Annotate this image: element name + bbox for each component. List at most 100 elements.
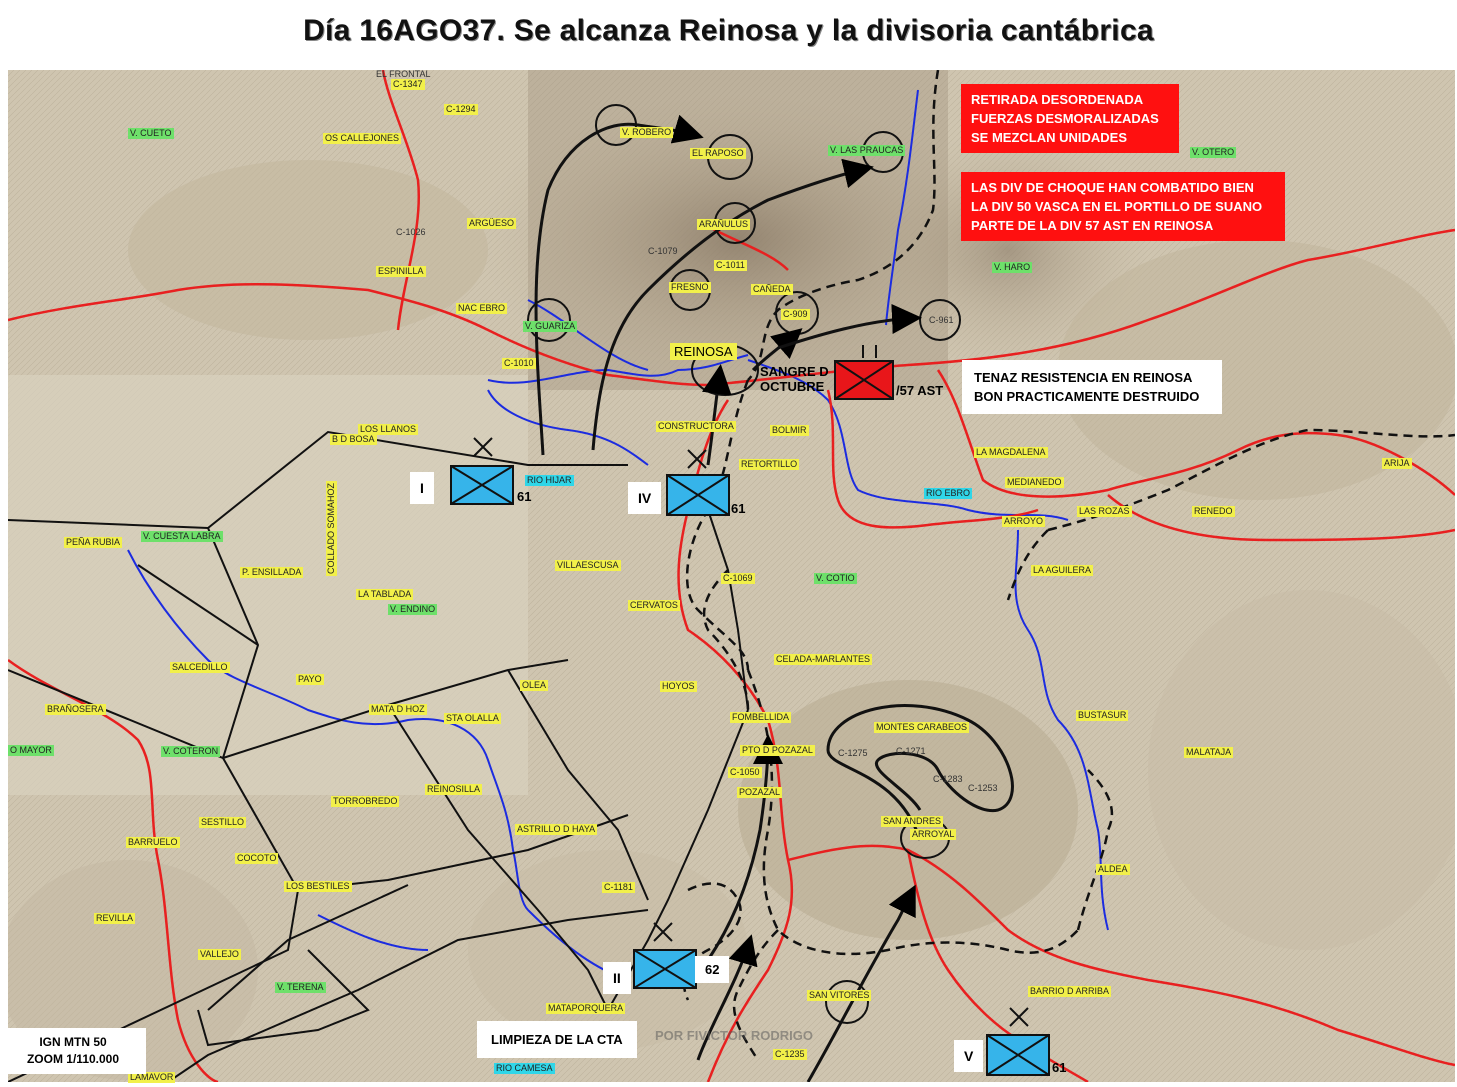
place-label: ARIJA xyxy=(1382,458,1412,469)
place-label: C-961 xyxy=(929,315,954,325)
unit-II-label: II xyxy=(603,962,631,994)
place-label: ARROYAL xyxy=(910,829,957,840)
place-label: MEDIANEDO xyxy=(1005,477,1064,488)
unit-V-number: 61 xyxy=(1052,1060,1067,1075)
place-label: ALDEA xyxy=(1096,864,1130,875)
place-label: P. ENSILLADA xyxy=(240,567,304,578)
place-label: SAN ANDRES xyxy=(881,816,944,827)
place-label: V. COTERON xyxy=(161,746,221,757)
choque-line: PARTE DE LA DIV 57 AST EN REINOSA xyxy=(971,218,1214,233)
place-label: BRAÑOSERA xyxy=(45,704,106,715)
place-label: ASTRILLO D HAYA xyxy=(515,824,598,835)
choque-box: LAS DIV DE CHOQUE HAN COMBATIDO BIEN LA … xyxy=(961,172,1285,241)
unit-I-number: 61 xyxy=(517,489,532,504)
place-label: C-1347 xyxy=(391,79,425,90)
retirada-line: SE MEZCLAN UNIDADES xyxy=(971,130,1128,145)
place-label: VILLAESCUSA xyxy=(555,560,621,571)
reinosa-label: REINOSA xyxy=(670,343,737,360)
retirada-line: RETIRADA DESORDENADA xyxy=(971,92,1144,107)
resistencia-line: BON PRACTICAMENTE DESTRUIDO xyxy=(974,389,1200,404)
place-label: C-1026 xyxy=(396,227,426,237)
place-label: MATAPORQUERA xyxy=(546,1003,626,1014)
place-label: OLEA xyxy=(520,680,549,691)
place-label: FOMBELLIDA xyxy=(730,712,792,723)
place-label: ARGÜESO xyxy=(467,218,517,229)
place-label: RIO CAMESA xyxy=(494,1063,555,1074)
unit-II-number: 62 xyxy=(695,956,730,983)
place-label: LOS BESTILES xyxy=(284,881,352,892)
place-label: V. ROBERO xyxy=(620,127,674,138)
place-label: V. ENDINO xyxy=(388,604,438,615)
unit-V-symbol[interactable] xyxy=(986,1034,1050,1076)
place-label: CAÑEDA xyxy=(751,284,793,295)
enemy-unit-symbol[interactable] xyxy=(834,360,894,400)
scale-zoom: ZOOM 1/110.000 xyxy=(26,1052,120,1066)
scale-box: IGN MTN 50 ZOOM 1/110.000 xyxy=(0,1028,146,1074)
place-label: RIO EBRO xyxy=(924,488,973,499)
place-label: LA TABLADA xyxy=(356,589,414,600)
watermark: POR FIVICTOR RODRIGO xyxy=(655,1028,813,1043)
place-label: ARAÑULUS xyxy=(697,219,751,230)
place-label: LA MAGDALENA xyxy=(974,447,1048,458)
unit-IV-number: 61 xyxy=(731,501,746,516)
place-label: C-1271 xyxy=(896,746,926,756)
choque-line: LA DIV 50 VASCA EN EL PORTILLO DE SUANO xyxy=(971,199,1263,214)
retirada-box: RETIRADA DESORDENADA FUERZAS DESMORALIZA… xyxy=(961,84,1179,153)
place-label: C-1011 xyxy=(714,260,747,271)
place-label: O MAYOR xyxy=(8,745,54,756)
place-label: BARRIO D ARRIBA xyxy=(1028,986,1112,997)
unit-I-symbol[interactable] xyxy=(450,465,514,505)
place-label: V. GUARIZA xyxy=(523,321,578,332)
map-title: Día 16AGO37. Se alcanza Reinosa y la div… xyxy=(303,14,1154,47)
place-label: MONTES CARABEOS xyxy=(874,722,970,733)
place-label: PEÑA RUBIA xyxy=(64,537,123,548)
place-label: C-1050 xyxy=(728,767,762,778)
map-sheet-light xyxy=(8,375,528,795)
resistencia-box: TENAZ RESISTENCIA EN REINOSA BON PRACTIC… xyxy=(962,360,1222,414)
limpieza-box: LIMPIEZA DE LA CTA xyxy=(477,1021,637,1058)
retirada-line: FUERZAS DESMORALIZADAS xyxy=(971,111,1159,126)
place-label: RENEDO xyxy=(1192,506,1235,517)
place-label: ARROYO xyxy=(1002,516,1046,527)
place-label: BUSTASUR xyxy=(1076,710,1129,721)
place-label: COCOTO xyxy=(235,853,279,864)
unit-II-symbol[interactable] xyxy=(633,949,697,989)
place-label: V. HARO xyxy=(992,262,1033,273)
place-label: C-1283 xyxy=(933,774,963,784)
place-label: V. TERENA xyxy=(275,982,326,993)
map-canvas[interactable]: EL FRONTAL C-1347 C-1294 V. CUETO OS CAL… xyxy=(0,69,1455,1083)
place-label: B D BOSA xyxy=(330,434,377,445)
place-label: ESPINILLA xyxy=(376,266,426,277)
place-label: RIO HIJAR xyxy=(525,475,574,486)
place-label: RETORTILLO xyxy=(739,459,800,470)
place-label: POZAZAL xyxy=(737,787,783,798)
place-label: V. OTERO xyxy=(1190,147,1237,158)
place-label: BARRUELO xyxy=(126,837,180,848)
unit-IV-label: IV xyxy=(628,482,662,514)
place-label: C-1181 xyxy=(602,882,635,893)
place-label: FRESNO xyxy=(669,282,711,293)
place-label: OS CALLEJONES xyxy=(323,133,402,144)
place-label: VALLEJO xyxy=(198,949,241,960)
place-label: V. COTIO xyxy=(814,573,857,584)
place-label: EL RAPOSO xyxy=(690,148,746,159)
choque-line: LAS DIV DE CHOQUE HAN COMBATIDO BIEN xyxy=(971,180,1254,195)
place-label: NAC EBRO xyxy=(456,303,508,314)
scale-source: IGN MTN 50 xyxy=(39,1035,107,1049)
place-label: MATA D HOZ xyxy=(369,704,427,715)
place-label: PTO D POZAZAL xyxy=(740,745,815,756)
place-label: CELADA-MARLANTES xyxy=(774,654,873,665)
place-label: C-1275 xyxy=(838,748,868,758)
place-label: COLLADO SOMAHOZ xyxy=(326,480,337,576)
unit-IV-symbol[interactable] xyxy=(666,474,730,516)
place-label: SAN VITORES xyxy=(807,990,872,1001)
place-label: C-1253 xyxy=(968,783,998,793)
place-label: CONSTRUCTORA xyxy=(656,421,736,432)
place-label: C-1294 xyxy=(444,104,478,115)
place-label: PAYO xyxy=(296,674,324,685)
place-label: REINOSILLA xyxy=(425,784,483,795)
unit-I-label: I xyxy=(410,472,434,504)
place-label: BOLMIR xyxy=(770,425,809,436)
unit-V-label: V xyxy=(954,1040,984,1072)
place-label: MALATAJA xyxy=(1184,747,1234,758)
